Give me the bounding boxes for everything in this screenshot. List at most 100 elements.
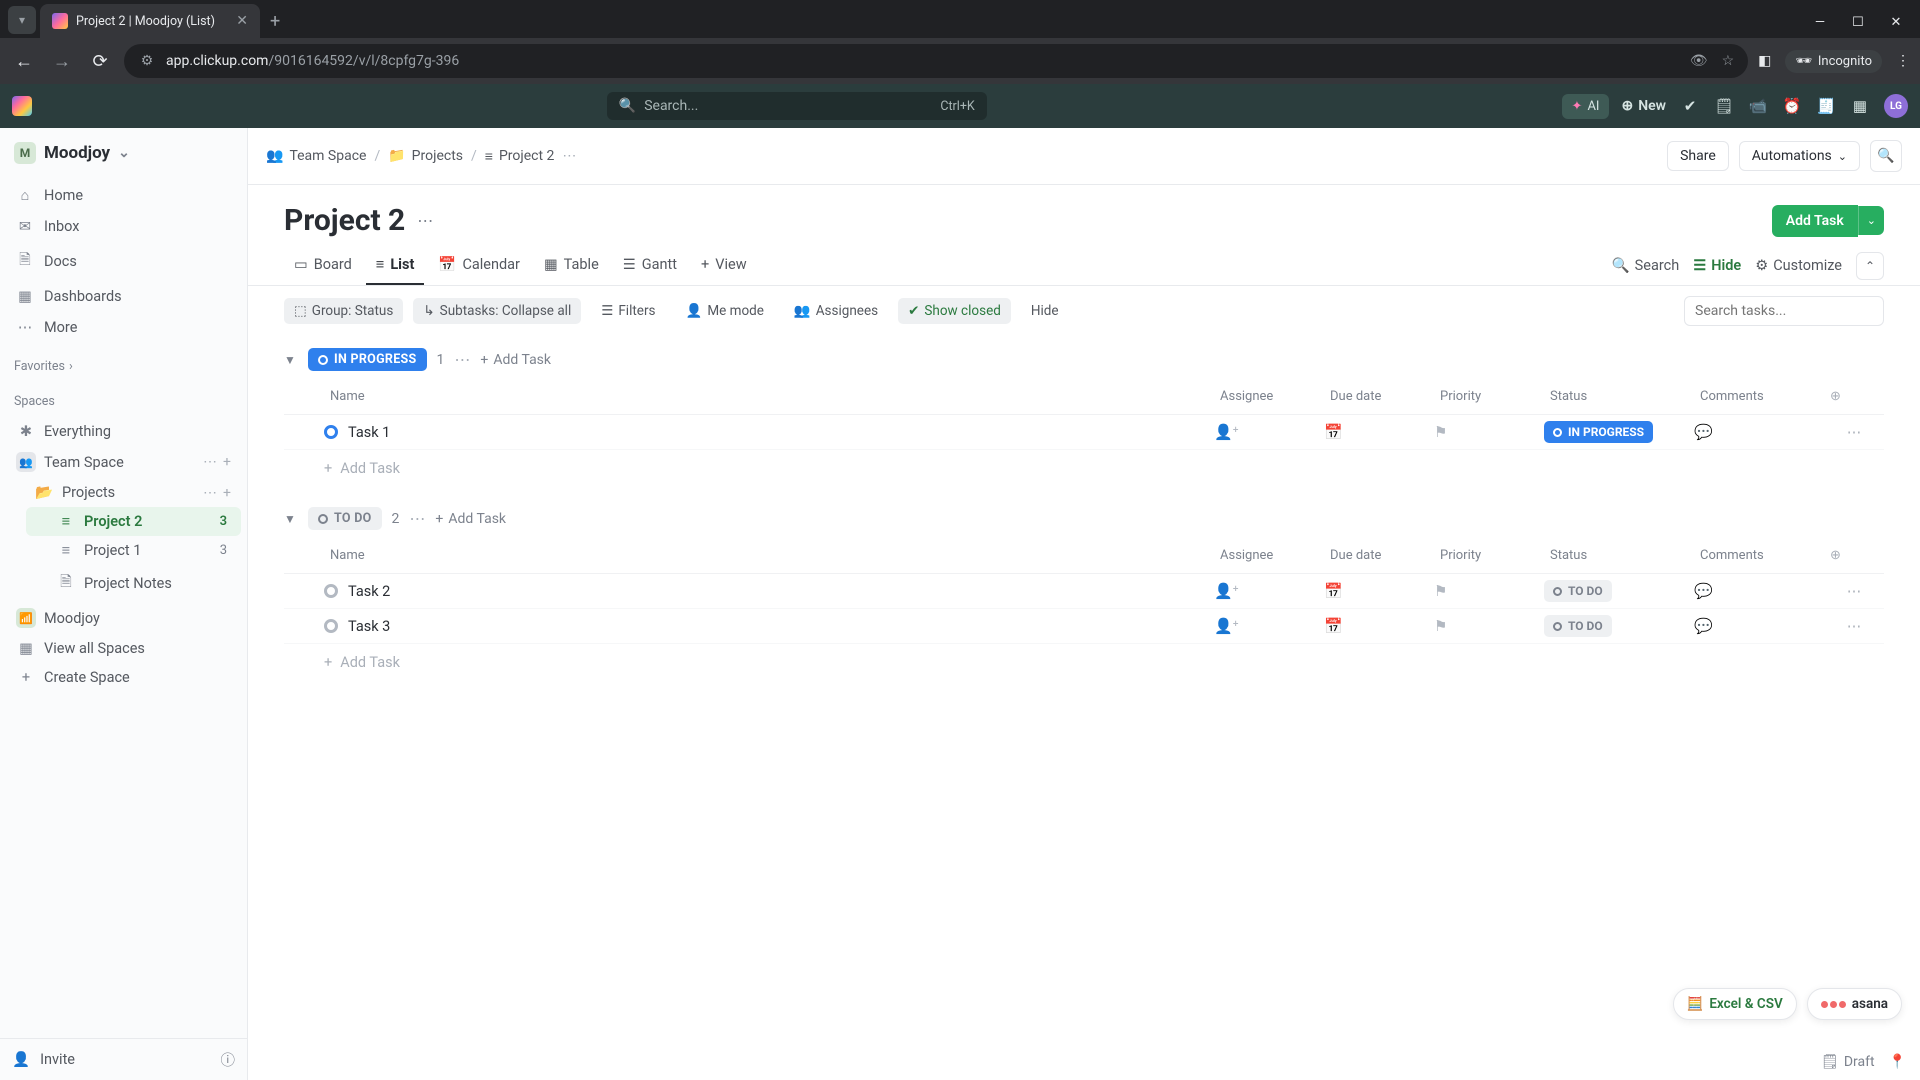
global-search[interactable]: 🔍 Search... Ctrl+K	[607, 92, 987, 120]
caret-down-icon[interactable]: ▼	[284, 353, 298, 367]
add-task-dropdown[interactable]: ⌄	[1858, 206, 1884, 235]
status-circle-icon[interactable]	[324, 584, 338, 598]
user-avatar[interactable]: LG	[1884, 94, 1908, 118]
bookmark-icon[interactable]: ☆	[1722, 53, 1735, 69]
add-task-row[interactable]: +Add Task	[284, 644, 1884, 689]
ai-button[interactable]: ✦ AI	[1562, 94, 1610, 119]
crumb-more-icon[interactable]: ⋯	[562, 148, 576, 164]
comments-icon[interactable]: 💬	[1694, 582, 1713, 600]
view-gantt[interactable]: ☰Gantt	[613, 246, 687, 285]
task-search-input[interactable]	[1684, 296, 1884, 326]
space-team[interactable]: 👥 Team Space ⋯+	[6, 446, 241, 478]
status-pill-in-progress[interactable]: IN PROGRESS	[308, 348, 427, 371]
nav-inbox[interactable]: ✉Inbox	[6, 211, 241, 242]
nav-more[interactable]: ⋯More	[6, 312, 241, 343]
chrome-menu-icon[interactable]: ⋮	[1896, 53, 1910, 69]
list-project-2[interactable]: ≡ Project 2 3	[26, 507, 241, 536]
new-tab-button[interactable]: +	[260, 5, 290, 38]
excel-csv-chip[interactable]: 🧮Excel & CSV	[1673, 988, 1797, 1020]
col-status[interactable]: Status	[1544, 385, 1694, 408]
check-circle-icon[interactable]: ✔	[1680, 97, 1700, 115]
add-assignee-icon[interactable]: 👤⁺	[1214, 617, 1239, 635]
row-more-icon[interactable]: ⋯	[1824, 583, 1884, 600]
add-column-icon[interactable]: ⊕	[1824, 385, 1884, 408]
col-comments[interactable]: Comments	[1694, 544, 1824, 567]
hide-toggle[interactable]: ☰Hide	[1693, 257, 1741, 274]
search-view[interactable]: 🔍Search	[1612, 257, 1680, 274]
add-task-row[interactable]: +Add Task	[284, 450, 1884, 495]
space-moodjoy[interactable]: 📶Moodjoy	[6, 602, 241, 634]
chip-assignees[interactable]: 👥Assignees	[784, 298, 888, 324]
create-space[interactable]: +Create Space	[6, 663, 241, 692]
chip-subtasks[interactable]: ↳Subtasks: Collapse all	[413, 298, 581, 324]
tab-search-icon[interactable]: ▾	[8, 6, 36, 34]
search-page-icon[interactable]: 🔍	[1870, 140, 1902, 172]
view-list[interactable]: ≡List	[366, 246, 425, 285]
customize-button[interactable]: ⚙Customize	[1755, 257, 1842, 274]
pin-icon[interactable]: 📍	[1889, 1054, 1906, 1070]
more-icon[interactable]: ⋯	[203, 454, 217, 470]
incognito-badge[interactable]: 🕶 Incognito	[1785, 50, 1882, 73]
notepad-icon[interactable]: 🗒	[1714, 97, 1734, 115]
clickup-logo-icon[interactable]	[12, 96, 32, 116]
row-more-icon[interactable]: ⋯	[1824, 618, 1884, 635]
chip-me-mode[interactable]: 👤Me mode	[676, 298, 774, 324]
share-button[interactable]: Share	[1667, 141, 1729, 171]
view-all-spaces[interactable]: ▦View all Spaces	[6, 634, 241, 663]
crumb-projects[interactable]: 📁Projects	[388, 148, 463, 164]
status-pill-to-do[interactable]: TO DO	[308, 507, 382, 530]
col-due[interactable]: Due date	[1324, 385, 1434, 408]
space-everything[interactable]: ✱Everything	[6, 417, 241, 446]
view-table[interactable]: ▦Table	[534, 246, 609, 285]
col-status[interactable]: Status	[1544, 544, 1694, 567]
set-priority-icon[interactable]: ⚑	[1434, 423, 1447, 441]
reminder-icon[interactable]: ⏰	[1782, 97, 1802, 115]
chip-show-closed[interactable]: ✔Show closed	[898, 298, 1011, 324]
list-project-1[interactable]: ≡ Project 1 3	[26, 536, 241, 565]
minimize-icon[interactable]: —	[1810, 15, 1830, 30]
new-button[interactable]: ⊕ New	[1621, 98, 1666, 114]
set-date-icon[interactable]: 📅	[1324, 423, 1343, 441]
plus-icon[interactable]: +	[223, 454, 231, 470]
asana-chip[interactable]: asana	[1807, 988, 1902, 1020]
doc-project-notes[interactable]: 🗎 Project Notes	[26, 565, 241, 602]
task-row[interactable]: Task 3 👤⁺ 📅 ⚑ TO DO 💬 ⋯	[284, 609, 1884, 644]
doc-icon[interactable]: 🧾	[1816, 97, 1836, 115]
set-priority-icon[interactable]: ⚑	[1434, 617, 1447, 635]
col-priority[interactable]: Priority	[1434, 544, 1544, 567]
view-calendar[interactable]: 📅Calendar	[428, 246, 530, 285]
help-icon[interactable]: ⓘ	[221, 1049, 236, 1070]
crumb-project-2[interactable]: ≡Project 2	[485, 148, 555, 165]
crumb-team-space[interactable]: 👥Team Space	[266, 148, 366, 164]
eye-off-icon[interactable]: 👁	[1690, 53, 1708, 69]
workspace-switcher[interactable]: M Moodjoy ⌄	[0, 128, 247, 178]
status-chip[interactable]: TO DO	[1544, 580, 1612, 602]
comments-icon[interactable]: 💬	[1694, 423, 1713, 441]
automations-button[interactable]: Automations⌄	[1739, 141, 1860, 171]
col-name[interactable]: Name	[324, 385, 1214, 408]
col-assignee[interactable]: Assignee	[1214, 385, 1324, 408]
chip-group[interactable]: ⬚Group: Status	[284, 298, 403, 324]
group-more-icon[interactable]: ⋯	[409, 509, 425, 528]
caret-down-icon[interactable]: ▼	[284, 512, 298, 526]
status-chip[interactable]: TO DO	[1544, 615, 1612, 637]
chip-filters[interactable]: ☰Filters	[591, 298, 665, 324]
collapse-icon[interactable]: ⌃	[1856, 252, 1884, 280]
group-add-task[interactable]: +Add Task	[435, 511, 506, 527]
close-tab-icon[interactable]: ✕	[236, 13, 248, 29]
add-column-icon[interactable]: ⊕	[1824, 544, 1884, 567]
task-row[interactable]: Task 1 👤⁺ 📅 ⚑ IN PROGRESS 💬 ⋯	[284, 415, 1884, 450]
comments-icon[interactable]: 💬	[1694, 617, 1713, 635]
view-board[interactable]: ▭Board	[284, 246, 362, 285]
col-priority[interactable]: Priority	[1434, 385, 1544, 408]
plus-icon[interactable]: +	[223, 485, 231, 501]
set-date-icon[interactable]: 📅	[1324, 582, 1343, 600]
set-date-icon[interactable]: 📅	[1324, 617, 1343, 635]
row-more-icon[interactable]: ⋯	[1824, 424, 1884, 441]
chip-hide[interactable]: Hide	[1021, 298, 1069, 324]
back-icon[interactable]: ←	[10, 51, 38, 72]
col-comments[interactable]: Comments	[1694, 385, 1824, 408]
close-window-icon[interactable]: ✕	[1886, 15, 1906, 30]
status-circle-icon[interactable]	[324, 425, 338, 439]
draft-button[interactable]: 🗒Draft	[1821, 1054, 1875, 1070]
